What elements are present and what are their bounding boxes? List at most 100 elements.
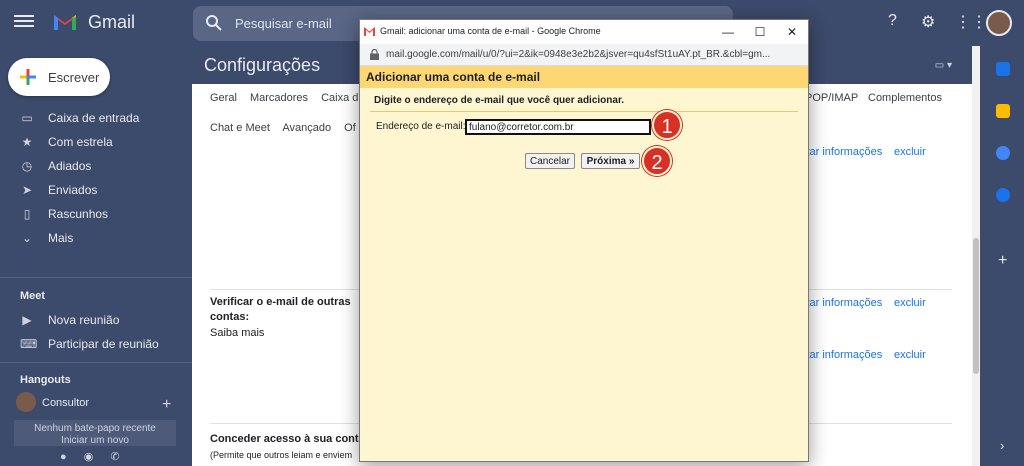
nav-item-label: Rascunhos	[48, 207, 109, 221]
tasks-icon[interactable]	[996, 146, 1010, 160]
delete-link[interactable]: excluir	[894, 349, 926, 361]
contacts-icon[interactable]	[996, 188, 1010, 202]
start-chat-link[interactable]: Iniciar um novo	[14, 435, 176, 446]
settings-tabs-row-1: Geral Marcadores Caixa d	[210, 92, 368, 104]
add-account-popup: Gmail: adicionar uma conta de e-mail - G…	[359, 19, 809, 462]
tab-addons[interactable]: Complementos	[868, 92, 942, 104]
star-icon: ★	[21, 135, 33, 149]
compose-label: Escrever	[48, 70, 100, 85]
hangouts-title: Hangouts	[20, 374, 71, 386]
popup-divider	[370, 111, 798, 112]
learn-more-link[interactable]: Saiba mais	[210, 327, 264, 339]
tab-chat-meet[interactable]: Chat e Meet	[210, 122, 270, 134]
popup-titlebar: Gmail: adicionar uma conta de e-mail - G…	[360, 20, 808, 44]
keep-icon[interactable]	[996, 104, 1010, 118]
nav-item-label: Caixa de entrada	[48, 111, 140, 125]
keyboard-settings-icon[interactable]: ▭ ▾	[935, 60, 952, 71]
meet-title: Meet	[20, 290, 46, 302]
divider	[0, 277, 192, 278]
nav-item-label: Nova reunião	[48, 313, 120, 327]
nav-item-starred[interactable]: ★ Com estrela	[0, 130, 190, 154]
add-addon-icon[interactable]: +	[998, 252, 1007, 270]
minimize-icon[interactable]: —	[712, 23, 744, 41]
divider	[0, 362, 192, 363]
apps-grid-icon[interactable]: ⋮⋮	[955, 12, 987, 32]
email-field[interactable]	[465, 119, 651, 135]
nav-item-new-meeting[interactable]: ▶ Nova reunião	[0, 308, 190, 332]
search-icon[interactable]	[205, 14, 223, 32]
chat-bubble-icon[interactable]: ◉	[84, 451, 94, 463]
send-icon: ➤	[21, 183, 33, 197]
edit-info-link[interactable]: itar informações	[804, 146, 882, 158]
nav-item-drafts[interactable]: ▯ Rascunhos	[0, 202, 190, 226]
nav-item-label: Mais	[48, 231, 74, 245]
gmail-favicon-icon	[364, 27, 375, 36]
chevron-down-icon: ⌄	[21, 231, 33, 245]
tab-inbox[interactable]: Caixa d	[321, 92, 358, 104]
delete-link[interactable]: excluir	[894, 146, 926, 158]
hangouts-user[interactable]: Consultor	[16, 392, 186, 414]
nav-item-label: Enviados	[48, 183, 98, 197]
person-icon[interactable]: ●	[60, 451, 67, 463]
grant-access-sub: (Permite que outros leiam e enviem	[210, 450, 353, 460]
edit-info-link[interactable]: itar informações	[804, 349, 882, 361]
popup-instruction: Digite o endereço de e-mail que você que…	[374, 95, 625, 106]
lock-icon	[370, 49, 379, 60]
maximize-icon[interactable]: ☐	[744, 23, 776, 41]
nav-item-snoozed[interactable]: ◷ Adiados	[0, 154, 190, 178]
hangouts-user-name: Consultor	[42, 397, 90, 409]
tab-advanced[interactable]: Avançado	[282, 122, 331, 134]
phone-icon[interactable]: ✆	[110, 451, 119, 463]
popup-url: mail.google.com/mail/u/0/?ui=2&ik=0948e3…	[386, 49, 771, 60]
nav-item-inbox[interactable]: ▭ Caixa de entrada	[0, 106, 190, 130]
next-button[interactable]: Próxima »	[581, 153, 640, 169]
gear-icon[interactable]: ⚙	[921, 12, 935, 32]
nav-item-sent[interactable]: ➤ Enviados	[0, 178, 190, 202]
avatar	[16, 392, 36, 412]
inbox-icon: ▭	[21, 111, 33, 125]
tab-offline[interactable]: Of	[344, 122, 356, 134]
add-chat-icon[interactable]: +	[162, 396, 171, 414]
keyboard-icon: ⌨	[20, 337, 38, 351]
delete-link[interactable]: excluir	[894, 297, 926, 309]
nav-item-label: Participar de reunião	[48, 337, 159, 351]
nav-item-label: Com estrela	[48, 135, 113, 149]
main-menu-icon[interactable]	[14, 12, 34, 32]
app-name: Gmail	[88, 12, 136, 32]
email-field-label: Endereço de e-mail:	[376, 121, 466, 132]
grant-access-label: Conceder acesso à sua conta:	[210, 433, 369, 445]
no-chat-message: Nenhum bate-papo recente Iniciar um novo	[14, 420, 176, 446]
settings-tabs-row-2: Chat e Meet Avançado Of	[210, 122, 366, 134]
popup-header: Adicionar uma conta de e-mail	[360, 66, 808, 88]
draft-icon: ▯	[23, 207, 31, 221]
side-panel: + ›	[980, 46, 1024, 466]
no-chat-text: Nenhum bate-papo recente	[34, 423, 156, 434]
calendar-icon[interactable]	[996, 62, 1010, 76]
nav-item-join-meeting[interactable]: ⌨ Participar de reunião	[0, 332, 190, 356]
tab-pop-imap[interactable]: POP/IMAP	[805, 92, 858, 104]
tab-general[interactable]: Geral	[210, 92, 237, 104]
page-title: Configurações	[204, 55, 321, 75]
chevron-right-icon[interactable]: ›	[1000, 438, 1004, 453]
step-badge-1: 1	[652, 110, 682, 140]
scrollbar-thumb[interactable]	[973, 238, 979, 374]
check-mail-label-2: contas:	[210, 311, 250, 323]
popup-window-title: Gmail: adicionar uma conta de e-mail - G…	[380, 26, 601, 36]
account-avatar[interactable]	[986, 10, 1012, 36]
help-icon[interactable]: ?	[888, 12, 897, 30]
gmail-logo-icon[interactable]	[52, 10, 78, 32]
popup-address-bar[interactable]: mail.google.com/mail/u/0/?ui=2&ik=0948e3…	[360, 44, 808, 66]
nav-item-more[interactable]: ⌄ Mais	[0, 226, 190, 250]
nav-item-label: Adiados	[48, 159, 92, 173]
compose-button[interactable]: Escrever	[8, 58, 110, 96]
search-input[interactable]: Pesquisar e-mail	[235, 16, 332, 31]
hangouts-footer: ● ◉ ✆	[60, 450, 134, 463]
tab-labels[interactable]: Marcadores	[250, 92, 308, 104]
clock-icon: ◷	[21, 159, 33, 173]
plus-icon	[20, 69, 36, 85]
cancel-button[interactable]: Cancelar	[525, 153, 575, 169]
step-badge-2: 2	[642, 146, 672, 176]
popup-heading: Adicionar uma conta de e-mail	[366, 70, 541, 84]
close-icon[interactable]: ✕	[776, 23, 808, 41]
edit-info-link[interactable]: itar informações	[804, 297, 882, 309]
